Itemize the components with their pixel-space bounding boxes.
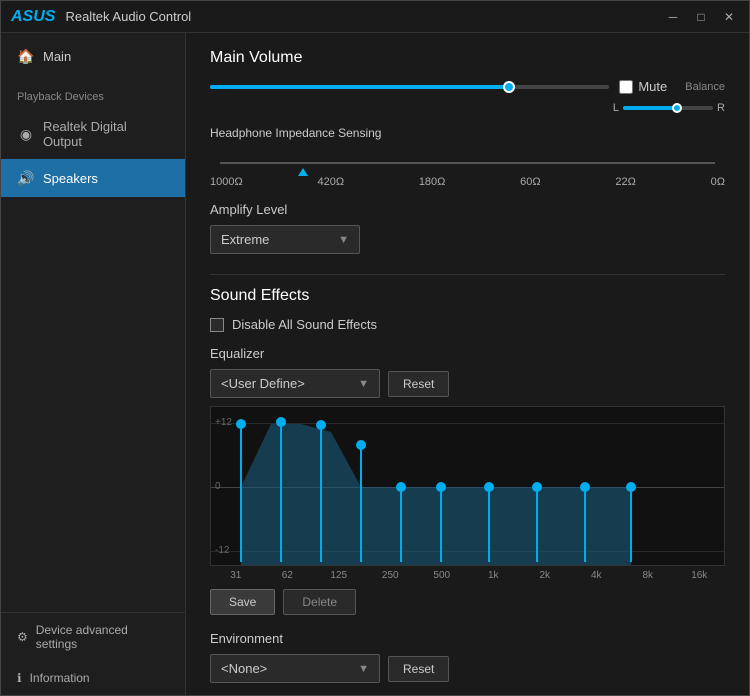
freq-label-250: 250 xyxy=(365,570,417,581)
mute-input[interactable] xyxy=(619,80,633,94)
information-label: Information xyxy=(30,671,90,685)
sidebar-item-label-speakers: Speakers xyxy=(43,171,98,186)
impedance-val-5: 0Ω xyxy=(711,176,725,188)
output-icon: ◉ xyxy=(17,125,35,143)
equalizer-chart: +12 0 -12 xyxy=(210,406,725,566)
disable-sound-effects-row: Disable All Sound Effects xyxy=(210,317,725,332)
impedance-label: Headphone Impedance Sensing xyxy=(210,126,725,140)
app-window: ASUS Realtek Audio Control ─ □ ✕ 🏠 Main … xyxy=(0,0,750,696)
amplify-dropdown-arrow: ▼ xyxy=(338,234,349,246)
env-dropdown-arrow: ▼ xyxy=(358,663,369,675)
sidebar-item-realtek-digital-output[interactable]: ◉ Realtek Digital Output xyxy=(1,109,185,159)
close-button[interactable]: ✕ xyxy=(719,7,739,27)
freq-label-62: 62 xyxy=(262,570,314,581)
balance-right-label: R xyxy=(717,102,725,114)
sidebar-footer: ⚙ Device advanced settings ℹ Information xyxy=(1,612,185,695)
freq-label-125: 125 xyxy=(313,570,365,581)
equalizer-save-button[interactable]: Save xyxy=(210,589,275,615)
impedance-values: 1000Ω 420Ω 180Ω 60Ω 22Ω 0Ω xyxy=(210,176,725,188)
gear-icon: ⚙ xyxy=(17,630,28,644)
impedance-val-4: 22Ω xyxy=(615,176,635,188)
freq-label-500: 500 xyxy=(416,570,468,581)
main-content: 🏠 Main Playback Devices ◉ Realtek Digita… xyxy=(1,33,749,695)
environment-section: Environment <None> ▼ Reset Loudness Equa… xyxy=(210,631,725,695)
sidebar-item-main[interactable]: 🏠 Main xyxy=(1,33,185,79)
amplify-section: Amplify Level Extreme ▼ xyxy=(210,202,725,254)
equalizer-section: Equalizer <User Define> ▼ Reset xyxy=(210,346,725,615)
sidebar-item-label-realtek: Realtek Digital Output xyxy=(43,119,169,149)
equalizer-preset-value: <User Define> xyxy=(221,376,305,391)
home-icon: 🏠 xyxy=(17,47,35,65)
mute-label: Mute xyxy=(638,79,667,94)
disable-sound-effects-checkbox[interactable] xyxy=(210,318,224,332)
sidebar-item-information[interactable]: ℹ Information xyxy=(1,661,185,695)
maximize-button[interactable]: □ xyxy=(691,7,711,27)
sidebar-item-speakers[interactable]: 🔊 Speakers xyxy=(1,159,185,197)
environment-dropdown[interactable]: <None> ▼ xyxy=(210,654,380,683)
freq-label-2k: 2k xyxy=(519,570,571,581)
equalizer-delete-button[interactable]: Delete xyxy=(283,589,356,615)
eq-action-buttons: Save Delete xyxy=(210,589,725,615)
eq-dropdown-arrow: ▼ xyxy=(358,378,369,390)
impedance-section: Headphone Impedance Sensing 1000Ω 420Ω 1… xyxy=(210,126,725,188)
sound-effects-section: Sound Effects Disable All Sound Effects … xyxy=(210,287,725,695)
disable-sound-effects-label: Disable All Sound Effects xyxy=(232,317,377,332)
impedance-bar-area xyxy=(210,148,725,176)
sound-effects-title: Sound Effects xyxy=(210,287,725,305)
balance-slider-track[interactable] xyxy=(623,106,713,110)
window-controls: ─ □ ✕ xyxy=(663,7,739,27)
environment-value: <None> xyxy=(221,661,267,676)
impedance-val-2: 180Ω xyxy=(419,176,446,188)
sidebar-item-device-advanced-settings[interactable]: ⚙ Device advanced settings xyxy=(1,613,185,661)
impedance-val-1: 420Ω xyxy=(317,176,344,188)
freq-label-1k: 1k xyxy=(468,570,520,581)
sidebar: 🏠 Main Playback Devices ◉ Realtek Digita… xyxy=(1,33,186,695)
balance-thumb[interactable] xyxy=(672,103,682,113)
equalizer-reset-button[interactable]: Reset xyxy=(388,371,449,397)
freq-label-8k: 8k xyxy=(622,570,674,581)
mute-checkbox[interactable]: Mute xyxy=(619,79,667,94)
impedance-val-3: 60Ω xyxy=(520,176,540,188)
impedance-val-0: 1000Ω xyxy=(210,176,243,188)
device-advanced-settings-label: Device advanced settings xyxy=(36,623,169,651)
minimize-button[interactable]: ─ xyxy=(663,7,683,27)
speaker-icon: 🔊 xyxy=(17,169,35,187)
equalizer-svg xyxy=(211,407,724,565)
amplify-dropdown[interactable]: Extreme ▼ xyxy=(210,225,360,254)
freq-label-31: 31 xyxy=(210,570,262,581)
balance-title: Balance xyxy=(685,81,725,93)
volume-section-title: Main Volume xyxy=(210,49,725,67)
freq-labels: 31 62 125 250 500 1k 2k 4k 8k 16k xyxy=(210,570,725,581)
main-panel: Main Volume Mute Balance L xyxy=(186,33,749,695)
window-title: Realtek Audio Control xyxy=(65,9,663,24)
amplify-value: Extreme xyxy=(221,232,269,247)
asus-logo: ASUS xyxy=(11,8,55,26)
equalizer-controls: <User Define> ▼ Reset xyxy=(210,369,725,398)
volume-slider-track[interactable] xyxy=(210,85,609,89)
environment-label: Environment xyxy=(210,631,725,646)
titlebar: ASUS Realtek Audio Control ─ □ ✕ xyxy=(1,1,749,33)
sidebar-section-label: Playback Devices xyxy=(1,79,185,109)
environment-controls: <None> ▼ Reset xyxy=(210,654,725,683)
loudness-equalization-text: Loudness Equalization uses understanding… xyxy=(210,693,725,695)
equalizer-label: Equalizer xyxy=(210,346,725,361)
sidebar-main-label: Main xyxy=(43,49,71,64)
equalizer-preset-dropdown[interactable]: <User Define> ▼ xyxy=(210,369,380,398)
freq-label-4k: 4k xyxy=(571,570,623,581)
freq-label-16k: 16k xyxy=(674,570,726,581)
impedance-pointer xyxy=(298,168,308,176)
environment-reset-button[interactable]: Reset xyxy=(388,656,449,682)
info-icon: ℹ xyxy=(17,671,22,685)
amplify-label: Amplify Level xyxy=(210,202,725,217)
balance-left-label: L xyxy=(613,102,619,114)
